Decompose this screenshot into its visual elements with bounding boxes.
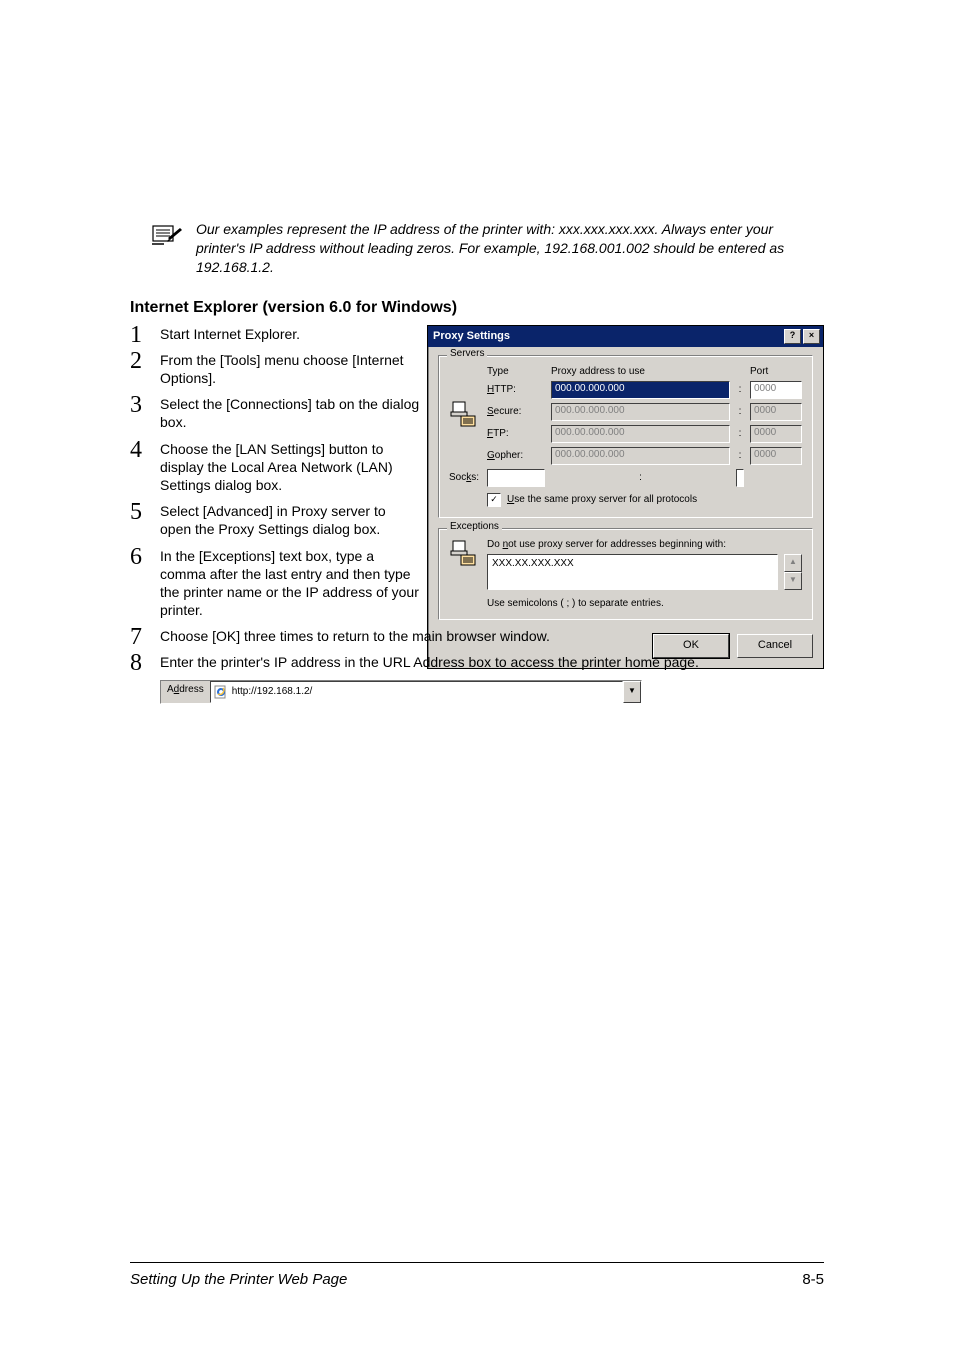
proxy-settings-dialog: Proxy Settings ? × Servers (427, 325, 824, 669)
address-dropdown-button[interactable]: ▼ (623, 681, 641, 703)
ftp-port-input: 0000 (750, 425, 802, 443)
exceptions-icon (449, 539, 481, 590)
step-item: Choose [OK] three times to return to the… (130, 627, 824, 645)
socks-port-input[interactable] (736, 469, 744, 487)
exceptions-legend: Exceptions (447, 521, 502, 532)
servers-groupbox: Servers (438, 355, 813, 518)
col-port-header: Port (750, 366, 802, 377)
help-button[interactable]: ? (784, 329, 801, 344)
dialog-title: Proxy Settings (433, 330, 510, 342)
address-url: http://192.168.1.2/ (232, 686, 313, 697)
footer-page-number: 8-5 (802, 1271, 824, 1288)
step-item: Choose the [LAN Settings] button to disp… (130, 440, 420, 495)
step-item: Start Internet Explorer. (130, 325, 420, 343)
exceptions-textarea[interactable]: XXX.XX.XXX.XXX (487, 554, 778, 590)
page-footer: Setting Up the Printer Web Page 8-5 (130, 1262, 824, 1288)
dialog-title-bar[interactable]: Proxy Settings ? × (428, 326, 823, 347)
row-label: HTTP: (487, 384, 545, 395)
address-label: Address (161, 681, 210, 703)
document-page: Our examples represent the IP address of… (0, 0, 954, 1350)
footer-title: Setting Up the Printer Web Page (130, 1271, 347, 1288)
gopher-address-input: 000.00.000.000 (551, 447, 730, 465)
step-item: From the [Tools] menu choose [Internet O… (130, 351, 420, 387)
col-type-header: Type (487, 366, 545, 377)
exceptions-groupbox: Exceptions (438, 528, 813, 620)
row-label: Gopher: (487, 450, 545, 461)
row-label: Socks: (449, 472, 481, 483)
col-addr-header: Proxy address to use (551, 366, 730, 377)
http-port-input[interactable]: 0000 (750, 381, 802, 399)
address-bar: Address http://192.168.1.2/ ▼ (160, 680, 642, 704)
step-item: In the [Exceptions] text box, type a com… (130, 547, 420, 620)
same-proxy-checkbox[interactable]: ✓ (487, 493, 501, 507)
step-item: Enter the printer's IP address in the UR… (130, 653, 824, 671)
secure-port-input: 0000 (750, 403, 802, 421)
ie-page-icon (214, 685, 228, 699)
gopher-port-input: 0000 (750, 447, 802, 465)
row-label: Secure: (487, 406, 545, 417)
section-heading: Internet Explorer (version 6.0 for Windo… (130, 299, 824, 317)
ftp-address-input: 000.00.000.000 (551, 425, 730, 443)
address-field[interactable]: http://192.168.1.2/ (210, 681, 623, 703)
row-label: FTP: (487, 428, 545, 439)
servers-legend: Servers (447, 348, 487, 359)
step-item: Select [Advanced] in Proxy server to ope… (130, 502, 420, 538)
note-icon (150, 220, 182, 277)
steps-list: Start Internet Explorer. From the [Tools… (130, 325, 420, 620)
servers-icon (449, 400, 481, 431)
note-text: Our examples represent the IP address of… (196, 220, 824, 277)
close-button[interactable]: × (803, 329, 820, 344)
exceptions-instruction: Do not use proxy server for addresses be… (487, 539, 802, 550)
same-proxy-label: Use the same proxy server for all protoc… (507, 494, 697, 505)
scroll-up-button[interactable]: ▲ (784, 554, 802, 572)
step-item: Select the [Connections] tab on the dial… (130, 395, 420, 431)
scroll-down-button[interactable]: ▼ (784, 572, 802, 590)
http-address-input[interactable]: 000.00.000.000 (551, 381, 730, 399)
secure-address-input: 000.00.000.000 (551, 403, 730, 421)
exceptions-hint: Use semicolons ( ; ) to separate entries… (487, 598, 802, 609)
socks-address-input[interactable] (487, 469, 545, 487)
note-block: Our examples represent the IP address of… (130, 220, 824, 277)
